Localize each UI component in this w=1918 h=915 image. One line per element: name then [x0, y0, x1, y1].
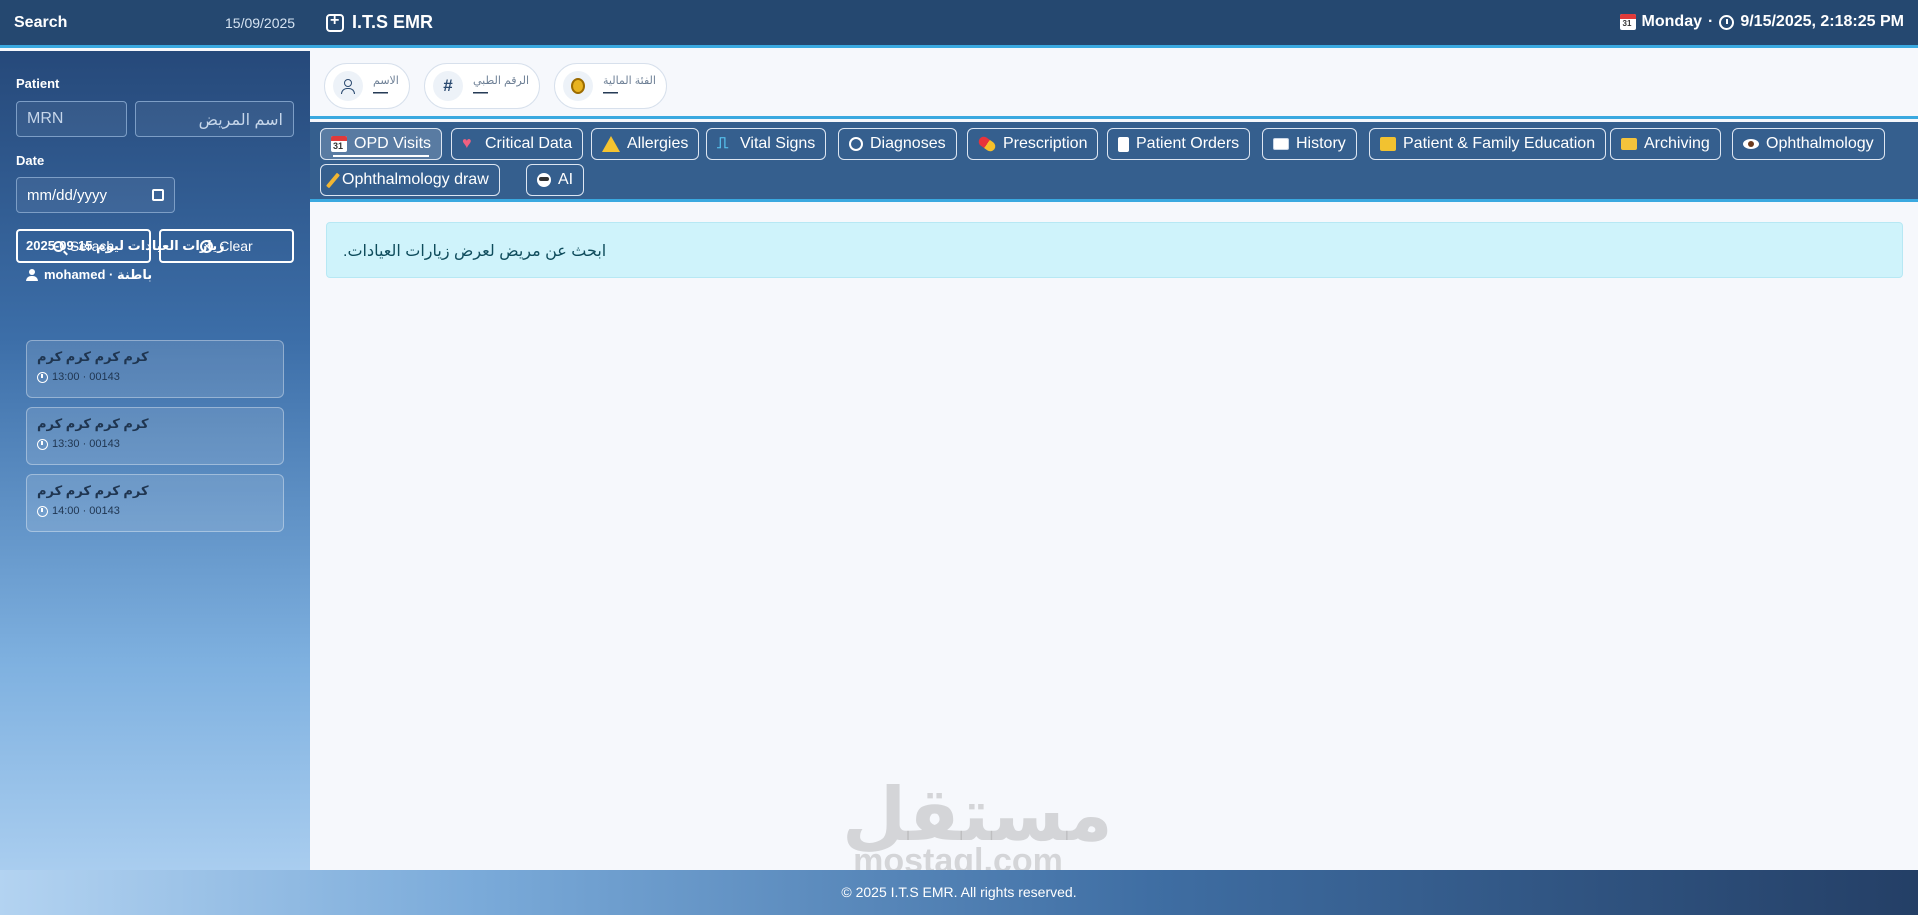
tab-label: OPD Visits	[354, 135, 432, 152]
brand-name: I.T.S EMR	[352, 12, 434, 32]
date-placeholder: mm/dd/yyyy	[27, 186, 108, 204]
coin-icon	[563, 71, 593, 101]
tab-label: Allergies	[627, 135, 689, 152]
tab-patient-family-education[interactable]: Patient & Family Education	[1369, 128, 1607, 160]
tab-history[interactable]: History	[1262, 128, 1357, 160]
doctor-info: mohamed · باطنة	[26, 267, 152, 283]
separator: ·	[1708, 13, 1714, 30]
current-date: 15/09/2025	[225, 15, 296, 31]
visits-title: زيارات العيادات ليوم 15-09-2025	[26, 238, 225, 253]
tab-ophthalmology[interactable]: Ophthalmology	[1732, 128, 1885, 160]
visit-meta: 13:30 · 00143	[37, 438, 273, 450]
visit-patient-name: كرم كرم كرم كرم	[37, 416, 149, 431]
clock-icon	[37, 505, 48, 517]
watermark-arabic: مستقل	[842, 772, 1113, 858]
pencil-icon	[326, 172, 340, 188]
visit-card[interactable]: كرم كرم كرم كرم 13:00 · 00143	[26, 340, 284, 398]
search-title: Search	[14, 14, 68, 31]
tab-label: Vital Signs	[740, 135, 816, 152]
visit-patient-name: كرم كرم كرم كرم	[37, 349, 149, 364]
tab-diagnoses[interactable]: Diagnoses	[838, 128, 957, 160]
visit-time-mrn: 14:00 · 00143	[52, 505, 120, 517]
visit-card[interactable]: كرم كرم كرم كرم 13:30 · 00143	[26, 407, 284, 465]
datetime: 9/15/2025, 2:18:25 PM	[1740, 13, 1904, 30]
class-value: —	[603, 83, 618, 101]
tab-label: Ophthalmology draw	[342, 171, 489, 188]
visit-patient-name: كرم كرم كرم كرم	[37, 483, 149, 498]
calendar-picker-icon[interactable]	[152, 189, 164, 201]
clock-icon	[37, 371, 48, 383]
datetime-display: 31 Monday · 9/15/2025, 2:18:25 PM	[1619, 13, 1904, 31]
tab-patient-orders[interactable]: Patient Orders	[1107, 128, 1251, 160]
tab-archiving[interactable]: Archiving	[1610, 128, 1721, 160]
date-label: Date	[16, 153, 45, 168]
user-icon	[26, 269, 38, 281]
patient-info-bar: الاسم — # الرقم الطبي — الفئة المالية —	[310, 51, 1918, 119]
scroll-icon	[1118, 136, 1129, 152]
financial-class-chip: الفئة المالية —	[554, 63, 667, 109]
tab-allergies[interactable]: Allergies	[591, 128, 700, 160]
date-input[interactable]: mm/dd/yyyy	[16, 177, 175, 213]
clock-icon	[37, 438, 48, 450]
tab-label: Patient Orders	[1136, 135, 1240, 152]
hash-icon: #	[433, 71, 463, 101]
tab-label: Archiving	[1644, 135, 1710, 152]
copyright: © 2025 I.T.S EMR. All rights reserved.	[841, 884, 1077, 900]
tab-ophthalmology-draw[interactable]: Ophthalmology draw	[320, 164, 500, 196]
book-icon	[1273, 138, 1289, 150]
visit-meta: 14:00 · 00143	[37, 505, 273, 517]
visit-time-mrn: 13:00 · 00143	[52, 371, 120, 383]
tab-label: Patient & Family Education	[1403, 135, 1596, 152]
education-icon	[1380, 137, 1396, 151]
tab-label: Diagnoses	[870, 135, 946, 152]
info-alert: ابحث عن مريض لعرض زيارات العيادات.	[326, 222, 1903, 278]
tab-opd-visits[interactable]: OPD Visits	[320, 128, 443, 160]
watermark: مستقل mostaql.com	[842, 772, 1113, 878]
warning-icon	[602, 136, 620, 152]
tab-ai[interactable]: AI	[526, 164, 585, 196]
brand[interactable]: I.T.S EMR	[326, 12, 433, 33]
hospital-plus-icon	[326, 12, 344, 32]
patient-name-chip: الاسم —	[324, 63, 410, 109]
weekday: Monday	[1641, 13, 1702, 30]
eye-icon	[1743, 139, 1759, 149]
stethoscope-icon	[849, 137, 863, 151]
alert-text: ابحث عن مريض لعرض زيارات العيادات.	[343, 243, 607, 260]
clock-icon	[1719, 14, 1735, 30]
visit-meta: 13:00 · 00143	[37, 371, 273, 383]
person-icon	[333, 71, 363, 101]
calendar-icon	[331, 136, 347, 152]
calendar-icon: 31	[1619, 14, 1636, 30]
folder-icon	[1621, 138, 1637, 150]
tab-prescription[interactable]: Prescription	[967, 128, 1099, 160]
tab-label: Prescription	[1003, 135, 1088, 152]
patient-name-input[interactable]: اسم المريض	[135, 101, 294, 137]
tab-vital-signs[interactable]: ⎍ Vital Signs	[706, 128, 827, 160]
visit-time-mrn: 13:30 · 00143	[52, 438, 120, 450]
pill-icon	[976, 134, 998, 154]
patient-mrn-chip: # الرقم الطبي —	[424, 63, 541, 109]
mrn-input[interactable]: MRN	[16, 101, 127, 137]
visit-card[interactable]: كرم كرم كرم كرم 14:00 · 00143	[26, 474, 284, 532]
ai-icon	[537, 173, 551, 187]
mrn-value: —	[473, 83, 488, 101]
heart-icon: ♥	[462, 135, 472, 152]
calendar-day: 31	[1622, 19, 1632, 28]
tab-label: AI	[558, 171, 574, 188]
tabs-bar: OPD Visits ♥ Critical Data Allergies ⎍ V…	[310, 122, 1918, 202]
tab-critical-data[interactable]: ♥ Critical Data	[451, 128, 584, 160]
top-bar: Search 15/09/2025 I.T.S EMR 31 Monday · …	[0, 0, 1918, 48]
tab-label: History	[1296, 135, 1346, 152]
footer: © 2025 I.T.S EMR. All rights reserved.	[0, 870, 1918, 915]
tab-label: Ophthalmology	[1766, 135, 1874, 152]
doctor-name: mohamed · باطنة	[44, 267, 153, 282]
tab-label: Critical Data	[485, 135, 573, 152]
name-value: —	[373, 83, 388, 101]
pulse-icon: ⎍	[717, 135, 729, 152]
patient-label: Patient	[16, 76, 60, 91]
